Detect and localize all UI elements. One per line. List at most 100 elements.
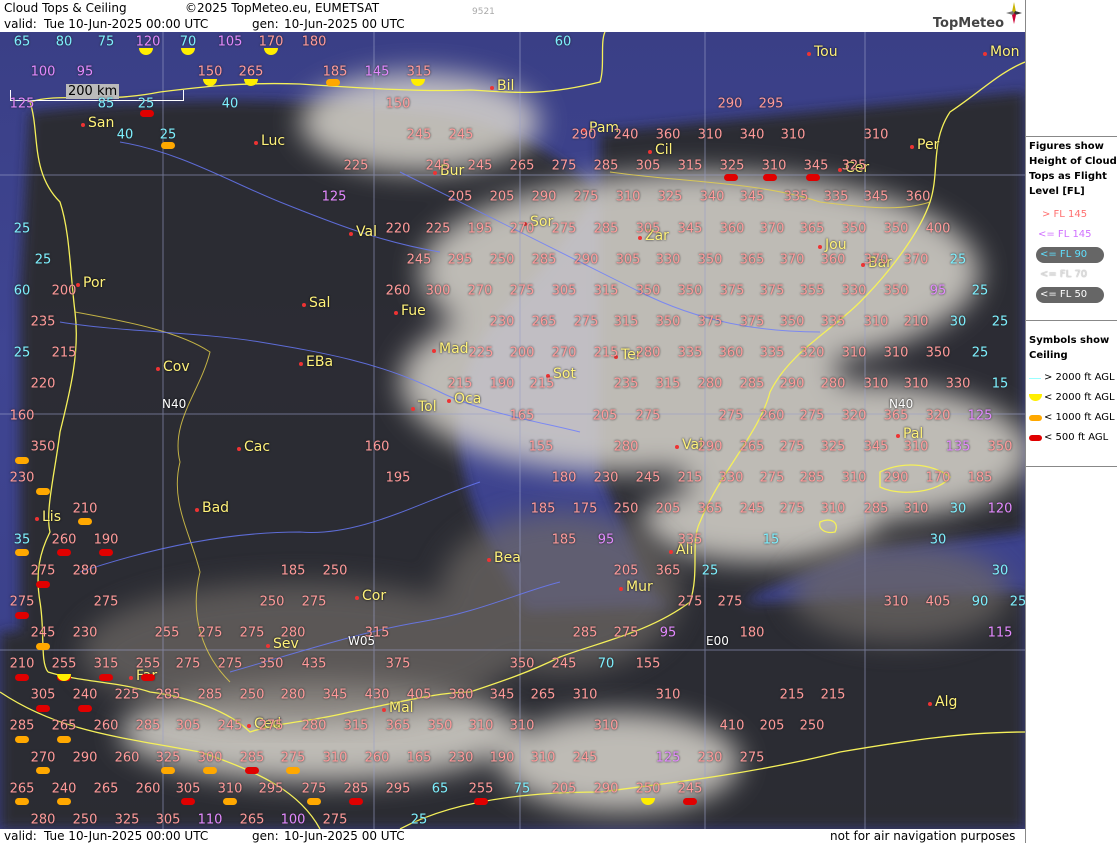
city-label: Val: [349, 224, 377, 240]
footer-valid-label: valid:: [4, 829, 37, 843]
flight-level-label: 290: [531, 189, 557, 205]
flight-level-label: 230: [593, 470, 619, 486]
flight-level-label: 275: [551, 158, 577, 174]
flight-level-label: 230: [697, 750, 723, 766]
flight-level-label: 275: [613, 625, 639, 641]
ceiling-symbol: [286, 767, 300, 774]
flight-level-label: 175: [572, 501, 598, 517]
ceiling-symbol: [78, 705, 92, 712]
flight-level-label: 350: [987, 439, 1013, 455]
flight-level-label: 275: [197, 625, 223, 641]
flight-level-label: 35: [13, 532, 31, 548]
flight-level-label: 285: [593, 221, 619, 237]
flight-level-label: 310: [883, 594, 909, 610]
ceiling-symbol: [181, 798, 195, 805]
flight-level-label: 230: [489, 314, 515, 330]
flight-level-label: 95: [76, 64, 94, 80]
flight-level-label: 205: [489, 189, 515, 205]
flight-level-label: 410: [719, 718, 745, 734]
map-title: Cloud Tops & Ceiling: [4, 1, 127, 15]
valid-label: valid:: [4, 17, 37, 31]
flight-level-label: 290: [72, 750, 98, 766]
flight-level-label: 360: [719, 221, 745, 237]
flight-level-label: 360: [905, 189, 931, 205]
grid-label: N40: [162, 397, 187, 411]
city-label: Bea: [487, 550, 521, 566]
ceiling-symbol: [36, 581, 50, 588]
flight-level-label: 315: [655, 376, 681, 392]
flight-level-label: 185: [551, 532, 577, 548]
flight-level-label: 235: [30, 314, 56, 330]
flight-level-label: 265: [509, 158, 535, 174]
flight-level-label: 280: [635, 345, 661, 361]
flight-level-label: 15: [762, 532, 780, 548]
flight-level-label: 350: [925, 345, 951, 361]
ceiling-symbol: [15, 798, 29, 805]
flight-level-label: 275: [301, 781, 327, 797]
flight-level-label: 125: [967, 408, 993, 424]
flight-level-label: 25: [410, 812, 428, 828]
flight-level-label: 25: [949, 252, 967, 268]
flight-level-label: 200: [509, 345, 535, 361]
flight-level-label: 285: [343, 781, 369, 797]
city-label: San: [80, 115, 115, 131]
ceiling-symbol: [36, 643, 50, 650]
flight-level-label: 305: [615, 252, 641, 268]
flight-level-label: 245: [406, 127, 432, 143]
flight-level-label: 250: [239, 687, 265, 703]
ceiling-symbol: [15, 457, 29, 464]
flight-level-label: 380: [448, 687, 474, 703]
flight-level-label: 275: [799, 408, 825, 424]
flight-level-label: 210: [9, 656, 35, 672]
flight-level-label: 165: [406, 750, 432, 766]
flight-level-label: 205: [447, 189, 473, 205]
legend-fl-le50: <= FL 50: [1040, 289, 1088, 300]
flight-level-label: 25: [1009, 594, 1025, 610]
grid-label: E00: [706, 634, 729, 648]
flight-level-label: 325: [719, 158, 745, 174]
flight-level-label: 350: [883, 283, 909, 299]
flight-level-label: 280: [697, 376, 723, 392]
flight-level-label: 255: [51, 656, 77, 672]
flight-level-label: 245: [448, 127, 474, 143]
flight-level-label: 345: [489, 687, 515, 703]
flight-level-label: 275: [717, 594, 743, 610]
flight-level-label: 225: [468, 345, 494, 361]
flight-level-label: 350: [509, 656, 535, 672]
flight-level-label: 160: [364, 439, 390, 455]
flight-level-label: 250: [322, 563, 348, 579]
flight-level-label: 60: [13, 283, 31, 299]
city-label: Cor: [354, 588, 387, 604]
flight-level-label: 180: [301, 34, 327, 50]
flight-level-label: 335: [677, 345, 703, 361]
flight-level-label: 165: [509, 408, 535, 424]
ceiling-symbol: [36, 488, 50, 495]
flight-level-label: 400: [925, 221, 951, 237]
flight-level-label: 270: [467, 283, 493, 299]
flight-level-label: 310: [820, 501, 846, 517]
flight-level-label: 65: [13, 34, 31, 50]
flight-level-label: 310: [468, 718, 494, 734]
ceiling-symbol: [57, 549, 71, 556]
city-label: Jou: [818, 237, 847, 253]
flight-level-label: 290: [593, 781, 619, 797]
flight-level-label: 320: [925, 408, 951, 424]
flight-level-label: 275: [573, 314, 599, 330]
ceiling-symbol: [15, 612, 29, 619]
city-label: Oca: [446, 391, 482, 407]
ceiling-symbol: [57, 798, 71, 805]
satellite-map[interactable]: 200 km Tou Mon Bil San Luc Pam Cil Per Bur Cer Sor…: [0, 32, 1025, 829]
flight-level-label: 275: [322, 812, 348, 828]
flight-level-label: 285: [9, 718, 35, 734]
flight-level-label: 30: [949, 314, 967, 330]
flight-level-label: 260: [385, 283, 411, 299]
flight-level-label: 310: [903, 501, 929, 517]
flight-level-label: 215: [529, 376, 555, 392]
flight-level-label: 285: [197, 687, 223, 703]
ceiling-symbol: [57, 736, 71, 743]
flight-level-label: 285: [593, 158, 619, 174]
flight-level-label: 325: [155, 750, 181, 766]
ceiling-symbol: [806, 174, 820, 181]
city-label: Bad: [194, 500, 230, 516]
flight-level-label: 345: [863, 189, 889, 205]
